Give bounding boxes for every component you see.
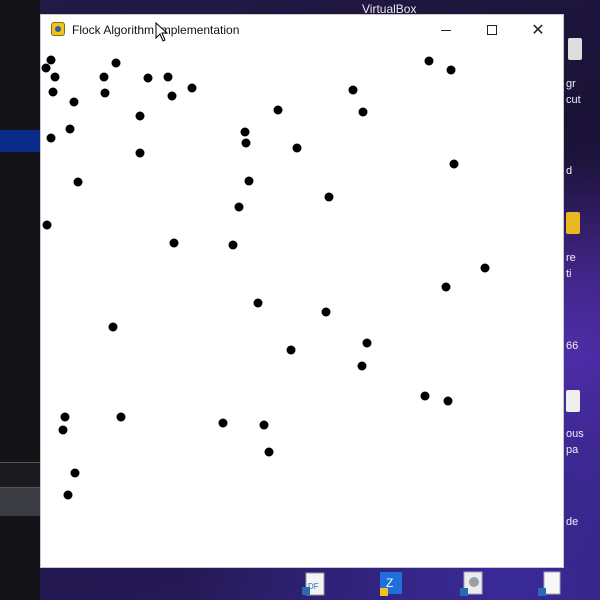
boid [420, 391, 430, 401]
desktop-icon-label: ti [566, 268, 572, 280]
pdf-icon[interactable]: DF [300, 570, 328, 598]
desktop-icon-label: 66 [566, 340, 579, 352]
boid [143, 73, 153, 83]
desktop-icon-label: cut [566, 94, 581, 106]
shortcut-file-icon[interactable] [536, 570, 564, 598]
boid [69, 97, 79, 107]
boid [362, 338, 372, 348]
boid [321, 307, 331, 317]
boid [50, 72, 60, 82]
panel-band [0, 462, 40, 488]
desktop-icon-label: de [566, 516, 579, 528]
minimize-icon [441, 29, 451, 31]
folder-icon[interactable] [566, 212, 580, 234]
boid [108, 322, 118, 332]
boid [357, 361, 367, 371]
boid [100, 88, 110, 98]
boid [169, 238, 179, 248]
boid [446, 65, 456, 75]
desktop-icon-label: pa [566, 444, 579, 456]
pygame-snake-icon [51, 22, 65, 36]
boid [253, 298, 263, 308]
minimize-button[interactable] [423, 15, 469, 45]
title-bar[interactable]: Flock Algorithm Implementation ✕ [41, 15, 563, 45]
boid [60, 412, 70, 422]
boid [99, 72, 109, 82]
shortcut-image-icon[interactable] [458, 570, 486, 598]
boid [449, 159, 459, 169]
desktop-icon[interactable] [568, 38, 582, 60]
boid [41, 63, 51, 73]
svg-text:Z: Z [386, 576, 393, 590]
simulation-canvas[interactable] [41, 45, 563, 567]
boid [111, 58, 121, 68]
boid [241, 138, 251, 148]
boid [292, 143, 302, 153]
maximize-button[interactable] [469, 15, 515, 45]
boid [273, 105, 283, 115]
panel-band [0, 488, 40, 516]
boid [46, 133, 56, 143]
boid [65, 124, 75, 134]
boid [244, 176, 254, 186]
boid [116, 412, 126, 422]
boid [358, 107, 368, 117]
boid [70, 468, 80, 478]
boid [424, 56, 434, 66]
boid [63, 490, 73, 500]
desktop-icon-label: gr [566, 78, 576, 90]
boid [480, 263, 490, 273]
boid [187, 83, 197, 93]
boid [135, 111, 145, 121]
boid [48, 87, 58, 97]
boid [240, 127, 250, 137]
boid [324, 192, 334, 202]
boid [259, 420, 269, 430]
close-icon: ✕ [531, 22, 545, 39]
boid [167, 91, 177, 101]
boid [264, 447, 274, 457]
mouse-cursor-icon [155, 22, 169, 42]
desktop-icon-label: re [566, 252, 576, 264]
background-app-window[interactable] [0, 0, 40, 600]
boid [441, 282, 451, 292]
boid [228, 240, 238, 250]
boid [443, 396, 453, 406]
boid [73, 177, 83, 187]
maximize-icon [487, 25, 497, 35]
desktop-icon-label: d [566, 165, 573, 177]
desktop-icon[interactable] [566, 390, 580, 412]
flock-app-window[interactable]: Flock Algorithm Implementation ✕ [40, 14, 564, 568]
boid [163, 72, 173, 82]
boid [218, 418, 228, 428]
close-button[interactable]: ✕ [515, 15, 561, 45]
boid [286, 345, 296, 355]
boid [234, 202, 244, 212]
boid [348, 85, 358, 95]
shortcut-app-icon[interactable]: Z [376, 570, 404, 598]
desktop-icon-label: ous [566, 428, 584, 440]
boid [42, 220, 52, 230]
boid [46, 55, 56, 65]
boid [58, 425, 68, 435]
boid [135, 148, 145, 158]
selected-row [0, 130, 40, 152]
